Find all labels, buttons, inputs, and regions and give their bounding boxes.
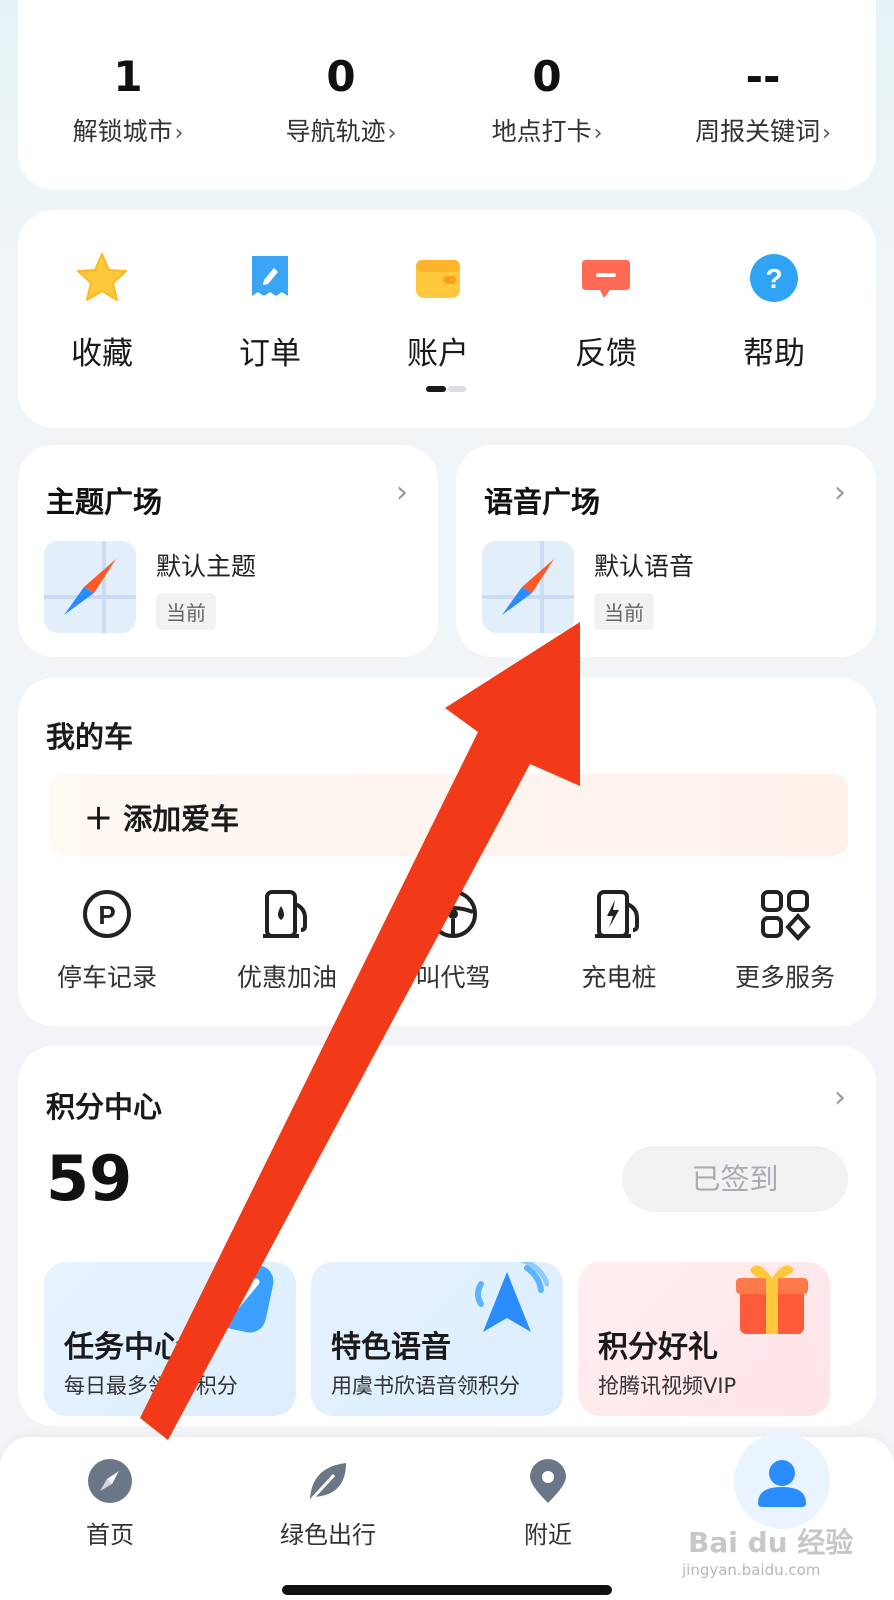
add-car-button[interactable]: ＋ 添加爱车 [50, 774, 848, 856]
feedback-icon [578, 250, 634, 306]
quick-actions-card: 收藏 订单 账户 反馈 ? 帮助 [18, 210, 876, 428]
watermark-url: jingyan.baidu.com [682, 1561, 821, 1579]
charging-icon [591, 886, 647, 942]
theme-square-card[interactable]: 主题广场 › 默认主题 当前 [18, 445, 438, 657]
user-icon [758, 1460, 806, 1507]
service-designated-driver[interactable]: 叫代驾 [368, 886, 538, 994]
nav-label: 附近 [524, 1521, 572, 1549]
default-theme-thumbnail [44, 541, 136, 633]
default-voice-thumbnail [482, 541, 574, 633]
quick-action-label: 账户 [407, 336, 469, 372]
stats-card: 1 解锁城市› 0 导航轨迹› 0 地点打卡› -- 周报关键词› [18, 0, 876, 190]
quick-action-orders[interactable]: 订单 [200, 250, 340, 373]
promo-subtitle: 用虞书欣语音领积分 [331, 1374, 520, 1398]
my-car-title: 我的车 [46, 720, 134, 754]
nav-nearby[interactable]: 附近 [478, 1457, 618, 1550]
voice-name: 默认语音 [594, 552, 695, 581]
voice-square-card[interactable]: 语音广场 › 默认语音 当前 [456, 445, 876, 657]
service-label: 充电桩 [581, 963, 657, 992]
service-parking-records[interactable]: P 停车记录 [22, 886, 192, 994]
quick-action-help[interactable]: ? 帮助 [704, 250, 844, 373]
promo-title: 特色语音 [331, 1330, 451, 1365]
my-car-card: 我的车 ＋ 添加爱车 P 停车记录 优惠加油 叫代驾 充电桩 更多服务 [18, 678, 876, 1026]
service-more[interactable]: 更多服务 [700, 886, 870, 994]
wallet-icon [410, 250, 466, 306]
quick-action-label: 反馈 [575, 336, 637, 372]
service-charging-pile[interactable]: 充电桩 [534, 886, 704, 994]
promo-title: 任务中心 [64, 1330, 184, 1365]
service-label: 叫代驾 [415, 963, 491, 992]
nav-me[interactable] [734, 1433, 830, 1529]
stat-label: 导航轨迹› [285, 117, 397, 146]
points-center-card: 积分中心 › 59 已签到 任务中心 每日最多领50积分 特色语音 用虞书欣语音… [18, 1046, 876, 1426]
quick-action-favorites[interactable]: 收藏 [32, 250, 172, 373]
star-icon [74, 250, 130, 306]
fuel-icon [259, 886, 315, 942]
stat-label: 周报关键词› [695, 117, 831, 146]
chevron-right-icon: › [593, 121, 603, 146]
stat-value: 1 [113, 52, 143, 101]
page-indicator [426, 386, 468, 392]
stat-label: 解锁城市› [72, 117, 184, 146]
service-label: 停车记录 [56, 963, 157, 992]
voice-square-title: 语音广场 [484, 485, 601, 519]
driver-icon [425, 886, 481, 942]
quick-action-label: 订单 [239, 336, 301, 372]
nav-home[interactable]: 首页 [40, 1457, 180, 1550]
promo-subtitle: 每日最多领50积分 [64, 1374, 238, 1398]
service-label: 更多服务 [734, 963, 835, 992]
location-pin-icon [524, 1457, 572, 1505]
theme-name: 默认主题 [156, 552, 257, 581]
promo-title: 积分好礼 [598, 1330, 718, 1365]
chevron-right-icon: › [174, 121, 184, 146]
stat-value: 0 [532, 52, 562, 101]
more-services-icon [757, 886, 813, 942]
chevron-right-icon[interactable]: › [834, 1080, 846, 1115]
parking-icon: P [79, 886, 135, 942]
points-value: 59 [46, 1142, 133, 1215]
svg-text:?: ? [765, 263, 782, 294]
quick-action-label: 帮助 [743, 336, 805, 372]
stat-value: -- [745, 52, 781, 101]
current-badge: 当前 [594, 593, 654, 630]
promo-subtitle: 抢腾讯视频VIP [598, 1374, 737, 1398]
stat-label: 地点打卡› [491, 117, 603, 146]
nav-green-travel[interactable]: 绿色出行 [258, 1457, 398, 1550]
stat-value: 0 [326, 52, 356, 101]
home-indicator [282, 1585, 612, 1595]
service-label: 优惠加油 [236, 963, 337, 992]
chevron-right-icon: › [822, 121, 831, 146]
gift-icon [728, 1262, 816, 1342]
current-badge: 当前 [156, 593, 216, 630]
service-discount-fuel[interactable]: 优惠加油 [202, 886, 372, 994]
bottom-navigation: 首页 绿色出行 附近 Bai du 经验 jingyan.baidu.com [0, 1433, 894, 1600]
chevron-right-icon: › [834, 475, 846, 510]
quick-action-account[interactable]: 账户 [368, 250, 508, 373]
promo-featured-voice[interactable]: 特色语音 用虞书欣语音领积分 [311, 1262, 563, 1416]
signed-in-button[interactable]: 已签到 [622, 1146, 848, 1212]
voice-navigation-icon [461, 1262, 550, 1342]
points-center-title[interactable]: 积分中心 [46, 1084, 162, 1126]
chevron-right-icon: › [387, 121, 397, 146]
promo-task-center[interactable]: 任务中心 每日最多领50积分 [44, 1262, 296, 1416]
quick-action-feedback[interactable]: 反馈 [536, 250, 676, 373]
help-icon: ? [746, 250, 802, 306]
add-car-label: ＋ 添加爱车 [84, 802, 240, 836]
compass-icon [86, 1457, 134, 1505]
watermark-brand: Bai du 经验 [688, 1526, 854, 1559]
theme-square-title: 主题广场 [46, 485, 163, 519]
chevron-right-icon: › [396, 475, 408, 510]
task-icon [194, 1262, 282, 1342]
order-icon [242, 250, 298, 306]
svg-text:P: P [98, 900, 115, 930]
promo-points-gifts[interactable]: 积分好礼 抢腾讯视频VIP [578, 1262, 830, 1416]
nav-label: 首页 [86, 1521, 134, 1549]
quick-action-label: 收藏 [71, 336, 133, 372]
leaf-icon [304, 1457, 352, 1505]
nav-label: 绿色出行 [280, 1521, 376, 1549]
